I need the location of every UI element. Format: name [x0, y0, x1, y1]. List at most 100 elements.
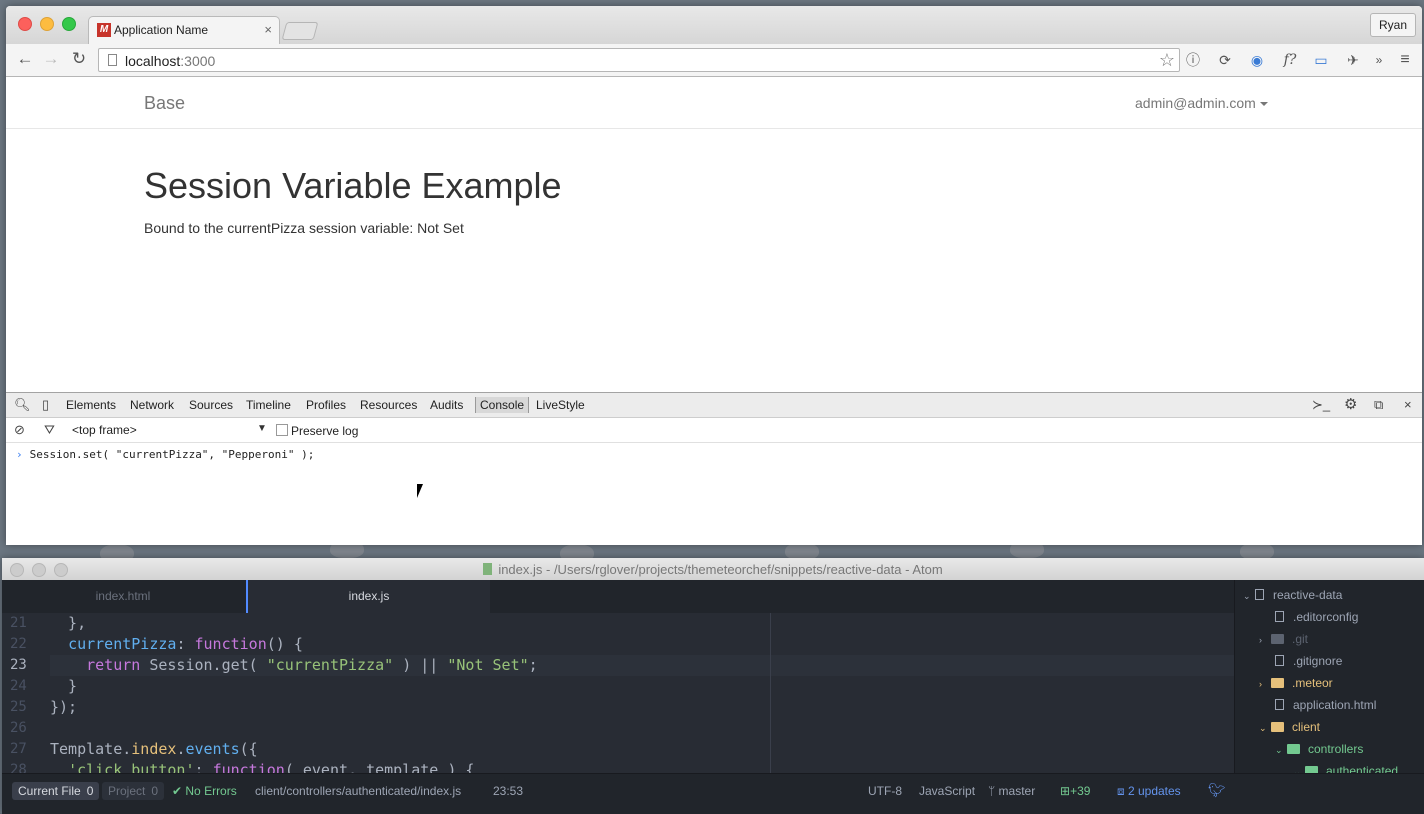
- code-line[interactable]: });: [50, 698, 77, 716]
- page-title: Session Variable Example: [144, 165, 562, 206]
- grammar-selector[interactable]: JavaScript: [919, 784, 975, 798]
- project-linter-button[interactable]: Project 0: [102, 782, 165, 800]
- browser-tab[interactable]: M Application Name ×: [88, 16, 280, 44]
- console-drawer-icon[interactable]: ≻_: [1312, 397, 1330, 413]
- git-diff-count[interactable]: ⊞+39: [1060, 784, 1090, 798]
- console-input-text[interactable]: Session.set( "currentPizza", "Pepperoni"…: [30, 448, 315, 461]
- devtools-panel: 🔍︎ ▯ Elements Network Sources Timeline P…: [6, 392, 1422, 545]
- address-bar[interactable]: localhost:3000 ☆: [98, 48, 1180, 72]
- line-number: 25: [10, 699, 27, 715]
- forward-arrow-icon[interactable]: →: [40, 48, 62, 70]
- chat-extension-icon[interactable]: ◉: [1248, 51, 1266, 69]
- url-port: :3000: [180, 53, 216, 69]
- devtools-tab-timeline[interactable]: Timeline: [246, 398, 291, 412]
- close-window-button[interactable]: [18, 17, 32, 31]
- line-number: 26: [10, 720, 27, 736]
- tree-item-label: authenticated: [1326, 764, 1399, 773]
- info-extension-icon[interactable]: ⓘ: [1184, 51, 1202, 69]
- devtools-tab-resources[interactable]: Resources: [360, 398, 417, 412]
- devtools-tab-sources[interactable]: Sources: [189, 398, 233, 412]
- bookmark-star-icon[interactable]: ☆: [1159, 50, 1175, 71]
- tree-item-git[interactable]: › .git: [1259, 632, 1308, 646]
- project-label: Project: [108, 784, 146, 798]
- devtools-tab-audits[interactable]: Audits: [430, 398, 463, 412]
- editor-tab-index-js[interactable]: index.js: [246, 580, 490, 613]
- more-extensions-icon[interactable]: »: [1370, 51, 1388, 69]
- code-line[interactable]: }: [50, 677, 77, 695]
- navbar-brand[interactable]: Base: [144, 93, 185, 114]
- whatfont-extension-icon[interactable]: f?: [1281, 51, 1299, 69]
- frame-dropdown-icon[interactable]: ▼: [257, 423, 267, 434]
- editor-tab-index-html[interactable]: index.html: [2, 580, 244, 613]
- inspect-search-icon[interactable]: 🔍︎: [14, 397, 31, 413]
- line-number: 21: [10, 615, 27, 631]
- devtools-tab-profiles[interactable]: Profiles: [306, 398, 346, 412]
- tree-item-authenticated[interactable]: ⌄ authenticated: [1293, 764, 1398, 773]
- code-line[interactable]: },: [50, 614, 86, 632]
- folder-icon: [1271, 634, 1284, 644]
- line-number: 22: [10, 636, 27, 652]
- code-line[interactable]: 'click button': function( event, templat…: [50, 761, 474, 773]
- back-arrow-icon[interactable]: ←: [14, 48, 36, 70]
- zoom-window-button[interactable]: [62, 17, 76, 31]
- filter-icon[interactable]: ⛛: [44, 422, 55, 438]
- tree-item-label: .gitignore: [1293, 654, 1343, 668]
- tree-item-application-html[interactable]: application.html: [1275, 698, 1376, 712]
- tree-item-client[interactable]: ⌄ client: [1259, 720, 1320, 734]
- file-path[interactable]: client/controllers/authenticated/index.j…: [255, 784, 461, 798]
- code-editor[interactable]: 21 22 23 24 25 26 27 28 }, currentPizza:…: [2, 613, 1234, 773]
- updates-label: 2 updates: [1127, 784, 1181, 798]
- profile-button[interactable]: Ryan: [1369, 13, 1416, 37]
- preserve-log-checkbox[interactable]: Preserve log: [276, 424, 358, 438]
- pin-extension-icon[interactable]: ✈: [1344, 51, 1362, 69]
- cursor-position[interactable]: 23:53: [493, 784, 523, 798]
- dock-side-icon[interactable]: ⧉: [1374, 397, 1383, 413]
- devtools-tab-network[interactable]: Network: [130, 398, 174, 412]
- clear-console-icon[interactable]: ⊘: [14, 422, 25, 438]
- close-devtools-icon[interactable]: ×: [1404, 397, 1412, 412]
- settings-gear-icon[interactable]: ⚙: [1344, 395, 1357, 413]
- file-encoding[interactable]: UTF-8: [868, 784, 902, 798]
- mouse-cursor-icon: [417, 484, 429, 498]
- checkbox-box[interactable]: [276, 424, 288, 436]
- tree-root[interactable]: ⌄ reactive-data: [1243, 588, 1342, 602]
- frame-select[interactable]: <top frame>: [72, 423, 137, 437]
- minimize-window-button[interactable]: [40, 17, 54, 31]
- atom-window-title: index.js - /Users/rglover/projects/theme…: [2, 562, 1424, 577]
- sync-extension-icon[interactable]: ⟳: [1216, 51, 1234, 69]
- url-host: localhost: [125, 53, 181, 69]
- code-line[interactable]: return Session.get( "currentPizza" ) || …: [50, 656, 538, 674]
- new-tab-button[interactable]: [281, 22, 319, 40]
- tab-close-icon[interactable]: ×: [264, 22, 272, 37]
- tree-item-label: client: [1292, 720, 1321, 734]
- file-icon: [1275, 655, 1284, 666]
- tree-item-controllers[interactable]: ⌄ controllers: [1275, 742, 1363, 756]
- line-number: 24: [10, 678, 27, 694]
- atom-editor-window: index.js - /Users/rglover/projects/theme…: [2, 558, 1424, 814]
- devtools-tab-elements[interactable]: Elements: [66, 398, 116, 412]
- page-icon: [108, 54, 117, 66]
- tree-item-label: .editorconfig: [1293, 610, 1359, 624]
- device-mode-icon[interactable]: ▯: [42, 397, 49, 413]
- reload-icon[interactable]: ↻: [68, 48, 90, 70]
- code-line[interactable]: currentPizza: function() {: [50, 635, 303, 653]
- feedback-bird-icon[interactable]: 🐦︎: [1208, 782, 1226, 799]
- console-filter-bar: ⊘ ⛛ <top frame> ▼ Preserve log: [6, 418, 1422, 443]
- menu-hamburger-icon[interactable]: ≡: [1396, 51, 1414, 69]
- url-text[interactable]: localhost:3000: [125, 53, 215, 69]
- tree-item-meteor[interactable]: › .meteor: [1259, 676, 1333, 690]
- browser-window: M Application Name × Ryan ← → ↻ localhos…: [6, 6, 1422, 545]
- git-branch[interactable]: ᛘ master: [988, 784, 1035, 798]
- devtools-tab-console[interactable]: Console: [475, 397, 530, 413]
- current-file-linter-button[interactable]: Current File 0: [12, 782, 100, 800]
- devtools-tab-livestyle[interactable]: LiveStyle: [536, 398, 585, 412]
- tree-item-gitignore[interactable]: .gitignore: [1275, 654, 1342, 668]
- window-resizer-extension-icon[interactable]: ▭: [1312, 51, 1330, 69]
- code-line[interactable]: Template.index.events({: [50, 740, 258, 758]
- package-updates[interactable]: ⧈ 2 updates: [1117, 784, 1181, 799]
- tree-item-editorconfig[interactable]: .editorconfig: [1275, 610, 1358, 624]
- linter-status[interactable]: ✔ No Errors: [172, 784, 237, 798]
- file-icon: [1275, 611, 1284, 622]
- user-dropdown[interactable]: admin@admin.com: [1135, 95, 1268, 111]
- console-input-line[interactable]: › Session.set( "currentPizza", "Pepperoni…: [16, 448, 314, 461]
